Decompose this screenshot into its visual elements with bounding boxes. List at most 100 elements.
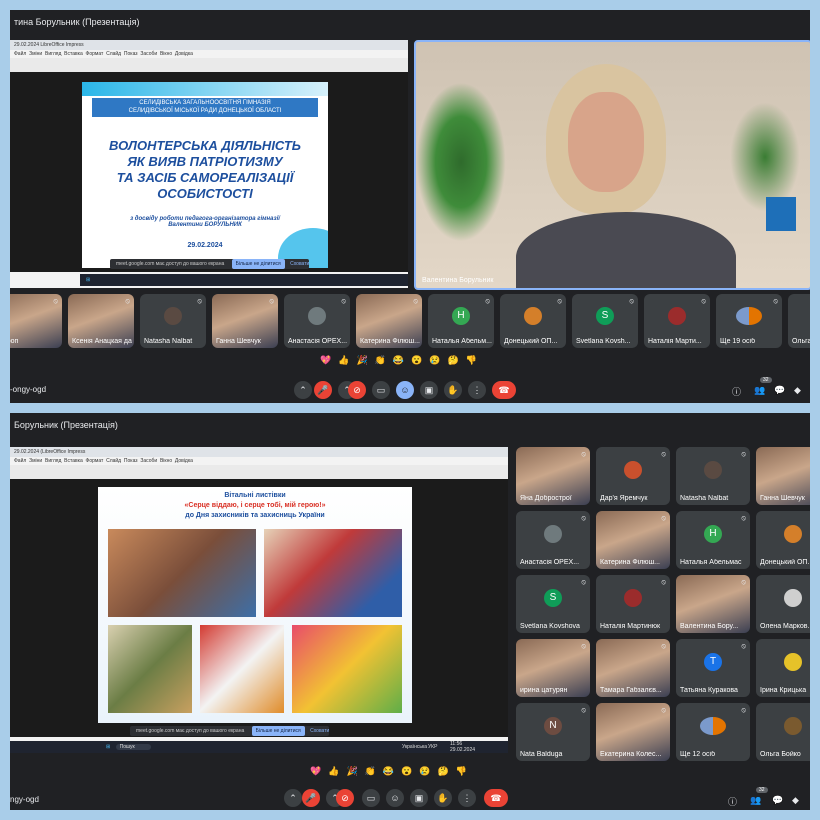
participant-tile[interactable]: ⦸ Анастасія ОРЕХ... <box>516 511 590 569</box>
menu-item[interactable]: Вигляд <box>45 51 61 57</box>
mic-off-button[interactable]: 🎤 <box>314 381 332 399</box>
reaction-sad[interactable]: 😢 <box>429 355 447 365</box>
reaction-thumbs-up[interactable]: 👍 <box>328 766 346 776</box>
chevron-up-icon[interactable]: ⌃ <box>284 789 302 807</box>
menu-item[interactable]: Показ <box>124 51 138 57</box>
camera-off-button[interactable]: ⊘ <box>348 381 366 399</box>
menu-item[interactable]: Слайд <box>106 458 121 464</box>
participant-tile[interactable]: Н ⦸ Наталья Абельм... <box>428 294 494 348</box>
menu-item[interactable]: Вставка <box>64 51 83 57</box>
info-icon[interactable]: ⓘ <box>732 385 741 398</box>
chat-icon[interactable]: 💬 <box>772 795 783 806</box>
reaction-sad[interactable]: 😢 <box>419 766 437 776</box>
reaction-heart[interactable]: 💖 <box>310 766 328 776</box>
menu-item[interactable]: Довідка <box>175 458 193 464</box>
participant-tile[interactable]: ⦸ ирина цатурян <box>516 639 590 697</box>
participant-tile[interactable]: ⦸ Natasha Nalbat <box>676 447 750 505</box>
reaction-thinking[interactable]: 🤔 <box>438 766 456 776</box>
reaction-party[interactable]: 🎉 <box>356 355 374 365</box>
participant-tile[interactable]: ⦸ Наталія Мартинюк <box>596 575 670 633</box>
participant-tile[interactable]: ⦸ строп <box>10 294 62 348</box>
stop-sharing-button[interactable]: Більше не ділитися <box>231 259 285 269</box>
taskbar-search[interactable]: Пошук <box>115 744 151 750</box>
menu-item[interactable]: Формат <box>86 51 104 57</box>
speaker-video-tile[interactable]: Валентина Борульник <box>414 40 810 290</box>
participant-tile[interactable]: ⦸ Дар'я Яремчук <box>596 447 670 505</box>
leave-call-button[interactable]: ☎ <box>492 381 516 399</box>
present-button[interactable]: ▣ <box>410 789 428 807</box>
present-button[interactable]: ▣ <box>420 381 438 399</box>
leave-call-button[interactable]: ☎ <box>484 789 508 807</box>
reaction-heart[interactable]: 💖 <box>320 355 338 365</box>
captions-button[interactable]: ▭ <box>372 381 390 399</box>
reaction-thumbs-down[interactable]: 👎 <box>466 355 484 365</box>
windows-taskbar[interactable]: ⊞ Пошук Українська УКР 11:56 29.02.2024 <box>10 741 508 753</box>
participant-tile[interactable]: ⦸ Ще 19 осіб <box>716 294 782 348</box>
menu-item[interactable]: Довідка <box>175 51 193 57</box>
windows-start-icon[interactable]: ⊞ <box>80 277 90 283</box>
menu-item[interactable]: Показ <box>124 458 138 464</box>
people-icon[interactable]: 👥 <box>754 385 765 396</box>
more-options-icon[interactable]: ⋮ <box>468 381 486 399</box>
emoji-button[interactable]: ☺ <box>386 789 404 807</box>
reaction-surprised[interactable]: 😮 <box>401 766 419 776</box>
menu-item[interactable]: Засоби <box>140 51 157 57</box>
participant-tile[interactable]: N ⦸ Nata Balduga <box>516 703 590 761</box>
participant-tile[interactable]: ⦸Донецький ОП... <box>756 511 810 569</box>
menu-item[interactable]: Слайд <box>106 51 121 57</box>
reaction-surprised[interactable]: 😮 <box>411 355 429 365</box>
captions-button[interactable]: ▭ <box>362 789 380 807</box>
reaction-thinking[interactable]: 🤔 <box>448 355 466 365</box>
reaction-clap[interactable]: 👏 <box>365 766 383 776</box>
menu-item[interactable]: Зміни <box>29 458 42 464</box>
activities-icon[interactable]: ◆ <box>794 385 801 396</box>
reaction-bar[interactable]: 💖👍🎉👏😂😮😢🤔👎 <box>320 355 484 366</box>
reaction-laugh[interactable]: 😂 <box>393 355 411 365</box>
participant-tile[interactable]: ⦸Ганна Шевчук <box>212 294 278 348</box>
menu-item[interactable]: Вигляд <box>45 458 61 464</box>
participant-tile[interactable]: ⦸ Катерина Філюш... <box>596 511 670 569</box>
participant-tile[interactable]: ⦸ Ще 12 осіб <box>676 703 750 761</box>
windows-start-icon[interactable]: ⊞ <box>10 744 110 750</box>
libreoffice-toolbar[interactable] <box>10 465 508 480</box>
menu-item[interactable]: Засоби <box>140 458 157 464</box>
input-language[interactable]: УКР <box>428 741 437 753</box>
reaction-party[interactable]: 🎉 <box>346 766 364 776</box>
menu-item[interactable]: Зміни <box>29 51 42 57</box>
participant-tile[interactable]: S ⦸ Svetlana Kovshova <box>516 575 590 633</box>
libreoffice-toolbar[interactable] <box>10 58 408 73</box>
raise-hand-button[interactable]: ✋ <box>434 789 452 807</box>
participant-tile[interactable]: ⦸Ольга Бойко <box>788 294 810 348</box>
participant-tile[interactable]: S ⦸ Svetlana Kovsh... <box>572 294 638 348</box>
participant-tile[interactable]: ⦸ Natasha Nalbat <box>140 294 206 348</box>
participant-tile[interactable]: ⦸Донецький ОП... <box>500 294 566 348</box>
raise-hand-button[interactable]: ✋ <box>444 381 462 399</box>
participant-tile[interactable]: ⦸ Яна Добрострої <box>516 447 590 505</box>
more-options-icon[interactable]: ⋮ <box>458 789 476 807</box>
participant-tile[interactable]: ⦸ Анастасія ОРЕХ... <box>284 294 350 348</box>
participant-tile[interactable]: ⦸Ганна Шевчук <box>756 447 810 505</box>
participant-tile[interactable]: ⦸ Наталія Марти... <box>644 294 710 348</box>
menu-item[interactable]: Вставка <box>64 458 83 464</box>
participant-tile[interactable]: ⦸ Валентина Бору... <box>676 575 750 633</box>
activities-icon[interactable]: ◆ <box>792 795 799 806</box>
reaction-clap[interactable]: 👏 <box>375 355 393 365</box>
menu-item[interactable]: Файл <box>14 458 26 464</box>
participant-tile[interactable]: Н ⦸ Наталья Абельмас <box>676 511 750 569</box>
reaction-thumbs-up[interactable]: 👍 <box>338 355 356 365</box>
menu-item[interactable]: Вікно <box>160 51 172 57</box>
participant-tile[interactable]: Т ⦸ Татьяна Куракова <box>676 639 750 697</box>
keyboard-layout[interactable]: Українська <box>402 741 427 753</box>
menu-item[interactable]: Формат <box>86 458 104 464</box>
stop-sharing-button[interactable]: Більше не ділитися <box>251 726 305 736</box>
participant-tile[interactable]: ⦸ Екатерина Колес... <box>596 703 670 761</box>
participant-tile[interactable]: ⦸Ірина Крицька <box>756 639 810 697</box>
reaction-thumbs-down[interactable]: 👎 <box>456 766 474 776</box>
camera-off-button[interactable]: ⊘ <box>336 789 354 807</box>
hide-notice-button[interactable]: Сховати <box>290 261 309 267</box>
menu-item[interactable]: Вікно <box>160 458 172 464</box>
reaction-laugh[interactable]: 😂 <box>383 766 401 776</box>
participant-tile[interactable]: ⦸ Ксенія Анацкая дар'я яремчук <box>68 294 134 348</box>
chevron-up-icon[interactable]: ⌃ <box>294 381 312 399</box>
hide-notice-button[interactable]: Сховати <box>310 728 329 734</box>
